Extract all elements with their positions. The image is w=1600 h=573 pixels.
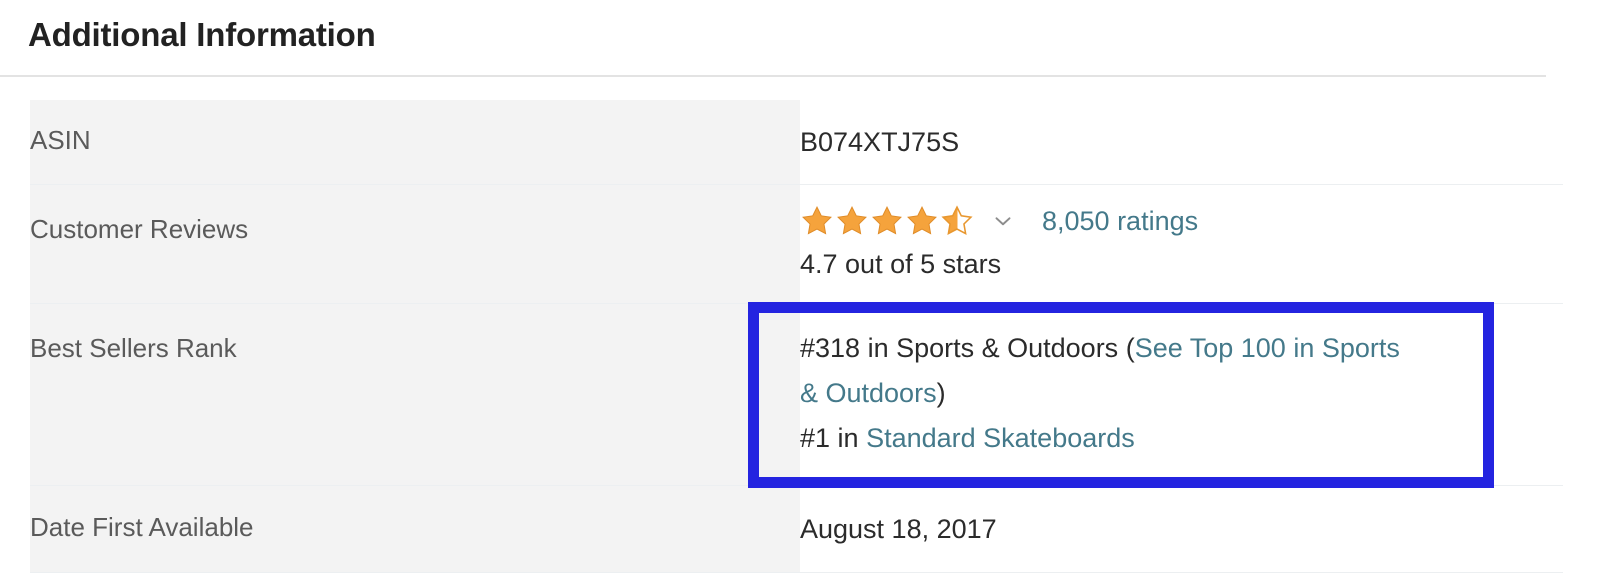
star-full-icon-3 (872, 205, 902, 235)
chevron-down-icon[interactable] (990, 208, 1016, 234)
rank-primary-prefix: #318 in Sports & Outdoors ( (800, 333, 1135, 363)
table-row: Customer Reviews 8,050 ratings 4.7 out o… (30, 184, 1563, 304)
ratings-count-link[interactable]: 8,050 ratings (1042, 204, 1198, 238)
row-value-asin: B074XTJ75S (800, 100, 1563, 185)
row-label-customer-reviews: Customer Reviews (30, 184, 800, 304)
table-row: ASIN B074XTJ75S (30, 100, 1563, 185)
rating-line: 8,050 ratings (800, 203, 1563, 239)
row-label-best-sellers-rank: Best Sellers Rank (30, 303, 800, 486)
row-value-customer-reviews: 8,050 ratings 4.7 out of 5 stars (800, 184, 1563, 304)
rating-summary-text: 4.7 out of 5 stars (800, 249, 1002, 279)
section-divider (0, 75, 1546, 77)
rank-list: #318 in Sports & Outdoors (See Top 100 i… (800, 326, 1422, 461)
rank-secondary: #1 in Standard Skateboards (800, 416, 1422, 461)
page-title: Additional Information (28, 16, 376, 53)
star-half-icon-5 (941, 205, 973, 235)
additional-information-table: ASIN B074XTJ75S Customer Reviews 8,050 r… (30, 100, 1563, 573)
star-rating[interactable] (800, 204, 974, 238)
table-row: Date First Available August 18, 2017 (30, 485, 1563, 573)
star-full-icon-2 (837, 205, 867, 235)
star-full-icon-4 (907, 205, 937, 235)
star-full-icon-1 (802, 205, 832, 235)
rank-primary: #318 in Sports & Outdoors (See Top 100 i… (800, 326, 1422, 416)
rank-primary-suffix: ) (936, 378, 946, 408)
standard-skateboards-link[interactable]: Standard Skateboards (866, 423, 1135, 453)
rank-secondary-prefix: #1 in (800, 423, 867, 453)
table-row: Best Sellers Rank #318 in Sports & Outdo… (30, 303, 1563, 486)
row-value-date-first-available: August 18, 2017 (800, 485, 1563, 573)
row-label-asin: ASIN (30, 100, 800, 185)
row-value-best-sellers-rank: #318 in Sports & Outdoors (See Top 100 i… (800, 303, 1563, 486)
row-label-date-first-available: Date First Available (30, 485, 800, 573)
